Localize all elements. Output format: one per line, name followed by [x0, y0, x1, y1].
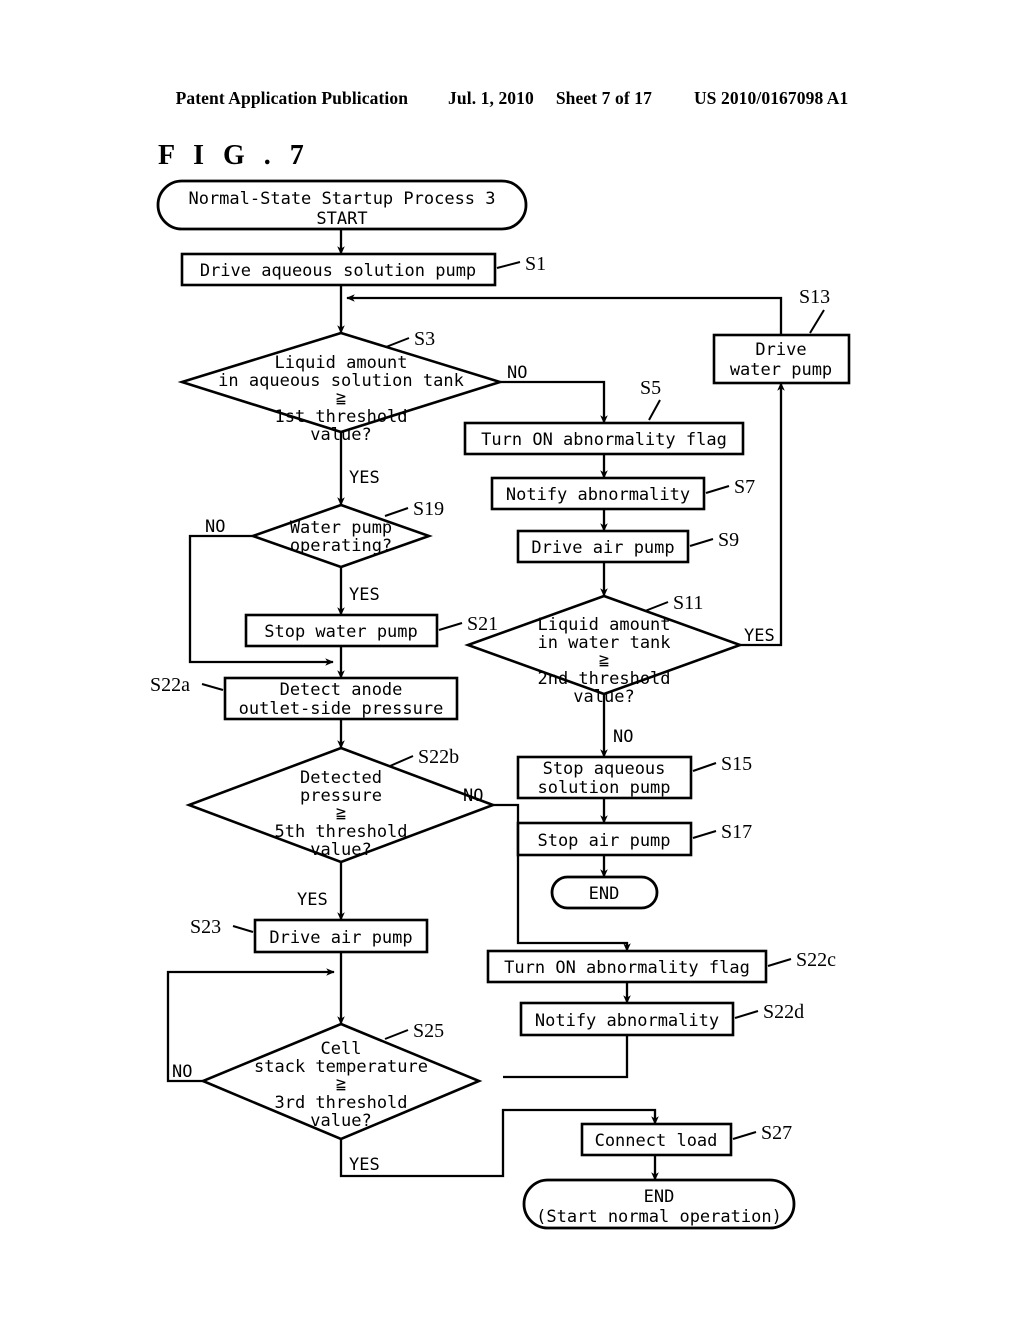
s22b-ge-symbol: ≧: [336, 803, 346, 823]
s25-ge-symbol: ≧: [336, 1074, 346, 1094]
s13-line2: water pump: [730, 360, 832, 380]
node-s1: Drive aqueous solution pump S1: [180, 252, 546, 287]
edge-s11-yes-to-s13: [740, 382, 785, 647]
s3-yes-label: YES: [349, 468, 380, 488]
node-end1: END: [550, 875, 659, 910]
s22b-line5: value?: [310, 840, 371, 860]
edge-s13-to-main: [346, 294, 783, 335]
node-s22c: Turn ON abnormality flag S22c: [486, 949, 836, 984]
s13-line1: Drive: [755, 340, 806, 360]
s11-line1: Liquid amount: [537, 615, 670, 635]
s3-no-label: NO: [507, 363, 527, 383]
s19-no-label: NO: [205, 517, 225, 537]
edge-s3-no-to-s5: [500, 380, 608, 424]
s22d-label: Notify abnormality: [535, 1011, 719, 1031]
node-s21: Stop water pump S21: [244, 613, 498, 648]
s13-step: S13: [799, 286, 830, 308]
s22a-line1: Detect anode: [280, 680, 403, 700]
node-s7: Notify abnormality S7: [490, 476, 755, 511]
end1-label: END: [589, 884, 620, 904]
s7-step: S7: [734, 476, 755, 498]
s22c-label: Turn ON abnormality flag: [504, 958, 750, 978]
s3-step: S3: [414, 328, 435, 350]
s9-label: Drive air pump: [531, 538, 674, 558]
s27-label: Connect load: [595, 1131, 718, 1151]
s19-yes-label: YES: [349, 585, 380, 605]
s25-line5: value?: [310, 1111, 371, 1131]
s15-line1: Stop aqueous: [543, 759, 666, 779]
s27-step: S27: [761, 1122, 792, 1144]
node-s22d: Notify abnormality S22d: [519, 1001, 804, 1037]
s11-step: S11: [673, 592, 703, 614]
start-label-line2: START: [316, 209, 367, 229]
s22a-line2: outlet-side pressure: [239, 699, 444, 719]
node-s3: Liquid amount in aqueous solution tank ≧…: [177, 328, 527, 488]
s19-step: S19: [413, 498, 444, 520]
node-s27: Connect load S27: [580, 1122, 792, 1157]
s3-line5: value?: [310, 425, 371, 445]
s17-label: Stop air pump: [537, 831, 670, 851]
s25-line4: 3rd threshold: [274, 1093, 407, 1113]
node-end2: END (Start normal operation): [522, 1178, 796, 1230]
s22b-yes-label: YES: [297, 890, 328, 910]
s3-line1: Liquid amount: [274, 353, 407, 373]
node-s22a: Detect anode outlet-side pressure S22a: [150, 674, 459, 721]
s21-label: Stop water pump: [264, 622, 418, 642]
s22c-step: S22c: [796, 949, 836, 971]
s22b-line1: Detected: [300, 768, 382, 788]
s11-no-label: NO: [613, 727, 633, 747]
end2-line1: END: [644, 1187, 675, 1207]
s7-label: Notify abnormality: [506, 485, 690, 505]
s5-step: S5: [640, 377, 661, 399]
s1-step: S1: [525, 253, 546, 275]
s25-no-label: NO: [172, 1062, 192, 1082]
s19-line2: operating?: [290, 536, 392, 556]
s22b-line4: 5th threshold: [274, 822, 407, 842]
s11-line5: value?: [573, 687, 634, 707]
s22b-step: S22b: [418, 746, 459, 768]
node-s15: Stop aqueous solution pump S15: [516, 753, 752, 800]
node-start: Normal-State Startup Process 3 START: [156, 179, 528, 231]
end2-line2: (Start normal operation): [536, 1207, 782, 1227]
s22d-step: S22d: [763, 1001, 804, 1023]
s22b-no-label: NO: [463, 786, 483, 806]
s15-line2: solution pump: [537, 778, 670, 798]
node-s23: Drive air pump S23: [190, 916, 429, 954]
s23-label: Drive air pump: [269, 928, 412, 948]
patent-sheet: Patent Application Publication Jul. 1, 2…: [0, 0, 1024, 1320]
s1-label: Drive aqueous solution pump: [200, 261, 476, 281]
s5-label: Turn ON abnormality flag: [481, 430, 727, 450]
s3-line4: 1st threshold: [274, 407, 407, 427]
node-s9: Drive air pump S9: [516, 529, 739, 564]
s15-step: S15: [721, 753, 752, 775]
s25-line1: Cell: [321, 1039, 362, 1059]
node-s11: Liquid amount in water tank ≧ 2nd thresh…: [464, 592, 775, 747]
s11-yes-label: YES: [744, 626, 775, 646]
s3-ge-symbol: ≧: [336, 388, 346, 408]
s23-step: S23: [190, 916, 221, 938]
s21-step: S21: [467, 613, 498, 635]
node-s25: Cell stack temperature ≧ 3rd threshold v…: [172, 1020, 483, 1175]
s25-step: S25: [413, 1020, 444, 1042]
start-label-line1: Normal-State Startup Process 3: [188, 189, 495, 209]
s25-yes-label: YES: [349, 1155, 380, 1175]
s11-line4: 2nd threshold: [537, 669, 670, 689]
node-s17: Stop air pump S17: [516, 821, 752, 857]
flowchart: Normal-State Startup Process 3 START Dri…: [150, 179, 851, 1230]
node-s19: Water pump operating? S19 NO YES: [205, 498, 444, 605]
edge-s22d-to-merge: [503, 1035, 629, 1079]
s11-ge-symbol: ≧: [599, 650, 609, 670]
s19-line1: Water pump: [290, 518, 392, 538]
s22a-step: S22a: [150, 674, 190, 696]
s17-step: S17: [721, 821, 752, 843]
s9-step: S9: [718, 529, 739, 551]
